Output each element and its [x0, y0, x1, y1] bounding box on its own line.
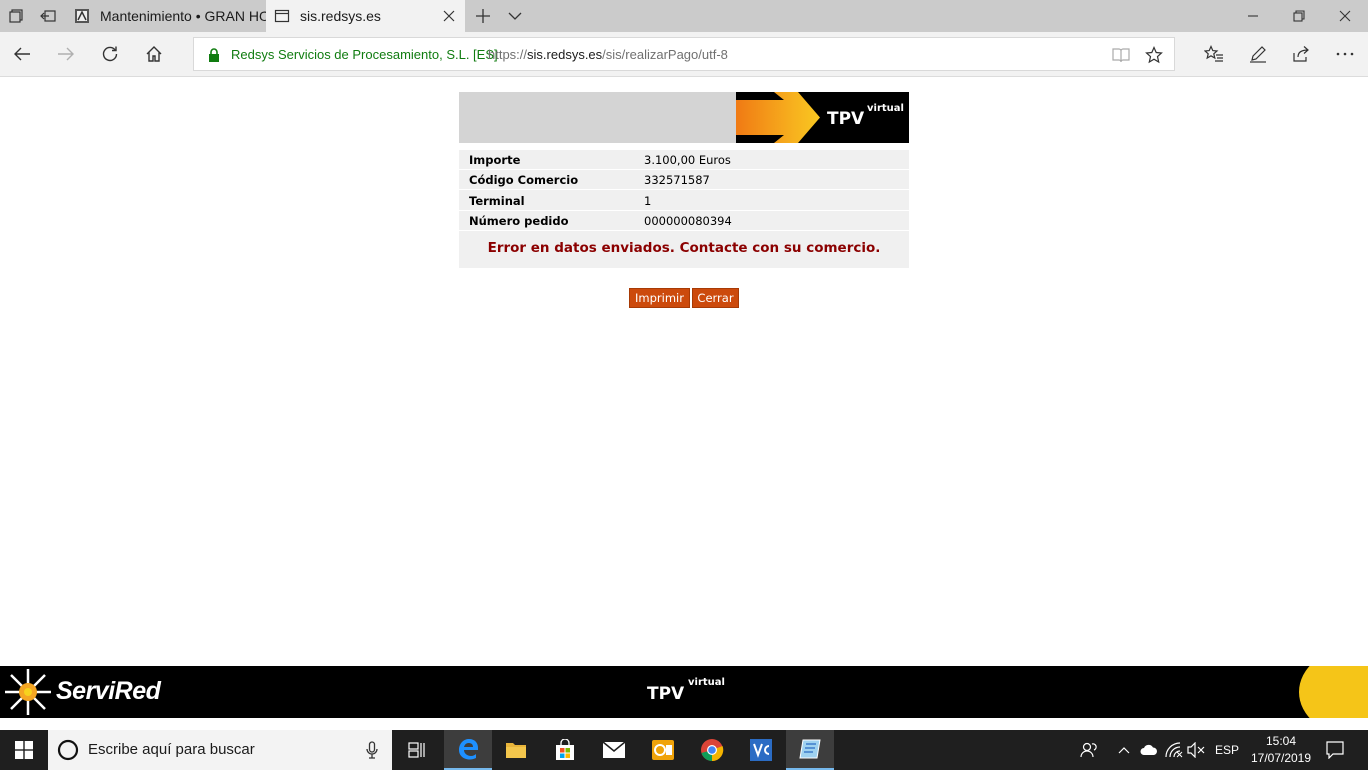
outlook-icon[interactable]: [639, 730, 687, 770]
lock-icon[interactable]: [208, 48, 220, 67]
detail-row-codigo-comercio: Código Comercio 332571587: [459, 170, 909, 190]
tpv-virtual-logo: TPV virtual: [736, 92, 909, 143]
favorites-hub-icon[interactable]: [1196, 38, 1232, 70]
tab-mantenimiento[interactable]: Mantenimiento • GRAN HO: [66, 0, 266, 32]
tpv-arrow-icon: [736, 92, 820, 143]
servired-footer-banner: ServiRed TPV virtual: [0, 666, 1368, 718]
network-wifi-icon[interactable]: [1163, 730, 1185, 770]
minimize-button[interactable]: [1230, 0, 1276, 32]
servired-brand: ServiRed: [56, 677, 161, 705]
search-placeholder: Escribe aquí para buscar: [88, 741, 255, 758]
url-path: /sis/realizarPago/utf-8: [602, 47, 728, 62]
detail-label: Importe: [469, 153, 521, 167]
windows-taskbar: Escribe aquí para buscar ESP 15:04 17/07…: [0, 730, 1368, 770]
footer-yellow-decoration: [1299, 666, 1368, 718]
footer-tpv-virtual: virtual: [688, 677, 725, 688]
tab-manager-icon[interactable]: [0, 0, 32, 32]
detail-value: 1: [644, 194, 652, 208]
servired-star-logo-icon: [5, 669, 51, 715]
payment-details-panel: Importe 3.100,00 Euros Código Comercio 3…: [459, 150, 909, 268]
taskbar-clock[interactable]: 15:04 17/07/2019: [1246, 733, 1316, 767]
forward-button[interactable]: [48, 38, 84, 70]
tab-redsys[interactable]: sis.redsys.es: [266, 0, 465, 32]
onedrive-cloud-icon[interactable]: [1138, 730, 1160, 770]
clock-time: 15:04: [1265, 734, 1297, 748]
detail-label: Terminal: [469, 194, 525, 208]
show-hidden-icons-chevron-icon[interactable]: [1114, 730, 1134, 770]
remote-app-icon[interactable]: [786, 730, 834, 770]
file-explorer-icon[interactable]: [492, 730, 540, 770]
refresh-button[interactable]: [92, 38, 128, 70]
detail-row-numero-pedido: Número pedido 000000080394: [459, 211, 909, 231]
error-message: Error en datos enviados. Contacte con su…: [487, 240, 881, 256]
home-button[interactable]: [136, 38, 172, 70]
task-view-icon[interactable]: [393, 730, 441, 770]
volume-muted-icon[interactable]: [1185, 730, 1207, 770]
back-button[interactable]: [4, 38, 40, 70]
detail-label: Código Comercio: [469, 173, 579, 187]
close-window-button[interactable]: [1322, 0, 1368, 32]
hotel-favicon-icon: [74, 8, 90, 24]
clock-date: 17/07/2019: [1250, 751, 1312, 765]
taskbar-search-box[interactable]: Escribe aquí para buscar: [48, 730, 392, 770]
set-aside-tabs-icon[interactable]: [32, 0, 64, 32]
tpv-header-banner: TPV virtual: [459, 92, 909, 143]
address-bar[interactable]: Redsys Servicios de Procesamiento, S.L. …: [193, 37, 1175, 71]
url-text[interactable]: https://sis.redsys.es/sis/realizarPago/u…: [488, 47, 728, 62]
close-button[interactable]: Cerrar: [692, 288, 739, 308]
certificate-owner[interactable]: Redsys Servicios de Procesamiento, S.L. …: [231, 47, 498, 62]
store-icon[interactable]: [541, 730, 589, 770]
detail-row-terminal: Terminal 1: [459, 191, 909, 211]
windows-start-icon[interactable]: [0, 730, 48, 770]
web-note-pen-icon[interactable]: [1240, 38, 1276, 70]
restore-button[interactable]: [1276, 0, 1322, 32]
tpv-logo-text: TPV: [827, 109, 865, 129]
tab-preview-chevron-icon[interactable]: [499, 0, 531, 32]
detail-value: 3.100,00 Euros: [644, 153, 731, 167]
chrome-icon[interactable]: [688, 730, 736, 770]
cortana-circle-icon: [57, 739, 79, 761]
browser-tab-bar: Mantenimiento • GRAN HO sis.redsys.es: [0, 0, 1368, 32]
close-tab-icon[interactable]: [441, 8, 457, 24]
edge-taskbar-icon[interactable]: [444, 730, 492, 770]
visual-app-icon[interactable]: [737, 730, 785, 770]
action-center-icon[interactable]: [1320, 730, 1350, 770]
detail-row-importe: Importe 3.100,00 Euros: [459, 150, 909, 170]
tab-title: sis.redsys.es: [300, 8, 381, 24]
url-prefix: https://: [488, 47, 528, 62]
input-language[interactable]: ESP: [1211, 730, 1243, 770]
url-host: sis.redsys.es: [527, 47, 603, 62]
tab-title: Mantenimiento • GRAN HO: [100, 8, 266, 24]
detail-label: Número pedido: [469, 214, 569, 228]
detail-value: 332571587: [644, 173, 710, 187]
footer-tpv-text: TPV: [647, 684, 685, 704]
tpv-logo-virtual: virtual: [867, 103, 904, 114]
share-icon[interactable]: [1283, 38, 1319, 70]
detail-value: 000000080394: [644, 214, 732, 228]
page-favicon-icon: [274, 8, 290, 24]
reading-view-icon[interactable]: [1112, 46, 1130, 64]
browser-navigation-bar: Redsys Servicios de Procesamiento, S.L. …: [0, 32, 1368, 77]
print-button[interactable]: Imprimir: [629, 288, 690, 308]
people-icon[interactable]: [1077, 730, 1101, 770]
new-tab-icon[interactable]: [467, 0, 499, 32]
more-options-icon[interactable]: [1327, 38, 1363, 70]
microphone-icon[interactable]: [366, 741, 378, 759]
favorite-star-icon[interactable]: [1145, 46, 1163, 64]
mail-icon[interactable]: [590, 730, 638, 770]
